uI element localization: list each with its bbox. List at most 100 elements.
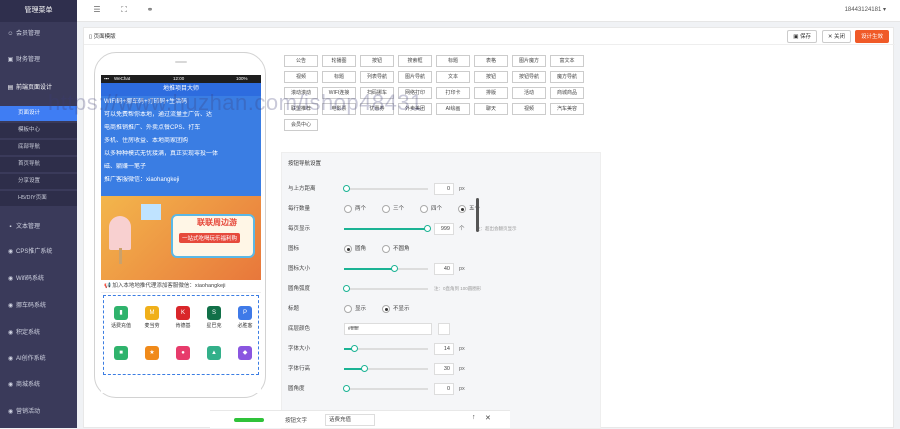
- radio-four[interactable]: [420, 205, 428, 213]
- radio-rounded[interactable]: [344, 245, 352, 253]
- close-icon[interactable]: ✕: [485, 414, 491, 422]
- slider-knob[interactable]: [343, 285, 350, 292]
- nav-grid-item[interactable]: ●: [168, 346, 198, 362]
- nav-grid-item[interactable]: S 星巴克: [199, 306, 229, 329]
- component-button[interactable]: 按钮: [360, 55, 394, 67]
- component-button[interactable]: 扫码挪车: [360, 87, 394, 99]
- component-button[interactable]: 外卖美团: [398, 103, 432, 115]
- sidebar-subitem-diy[interactable]: H5/DIY页面: [0, 191, 77, 206]
- radio-five[interactable]: [458, 205, 466, 213]
- sidebar-item-cps[interactable]: ◉ CPS推广系统: [0, 244, 77, 260]
- sidebar-item-ai[interactable]: ◉ AI创作系统: [0, 351, 77, 367]
- component-button[interactable]: 按钮: [474, 71, 508, 83]
- slider-knob[interactable]: [424, 225, 431, 232]
- nav-grid-item[interactable]: ★: [137, 346, 167, 362]
- component-button[interactable]: 标题: [436, 55, 470, 67]
- sidebar-item-marketing[interactable]: ◉ 营销活动: [0, 404, 77, 420]
- link-icon[interactable]: ⚭: [145, 5, 155, 15]
- component-button[interactable]: 富文本: [550, 55, 584, 67]
- nav-grid-item[interactable]: M 麦当劳: [137, 306, 167, 329]
- nav-grid-item[interactable]: ▲: [199, 346, 229, 362]
- slider-knob[interactable]: [361, 365, 368, 372]
- sidebar-item-page-design[interactable]: ▤ 前端页面设计: [0, 80, 77, 96]
- apply-design-button[interactable]: 设计生效: [854, 30, 889, 43]
- component-button[interactable]: 优惠券: [360, 103, 394, 115]
- component-button[interactable]: 图片导航: [398, 71, 432, 83]
- sidebar-item-text[interactable]: ▪ 文本管理: [0, 219, 77, 235]
- line-height-slider[interactable]: [344, 365, 428, 372]
- component-button[interactable]: 视频: [284, 71, 318, 83]
- component-button[interactable]: 魔方导航: [550, 71, 584, 83]
- icon-size-input[interactable]: 40: [434, 263, 454, 275]
- close-button[interactable]: ✕ 关闭: [821, 30, 851, 43]
- component-button[interactable]: 列表导航: [360, 71, 394, 83]
- component-button[interactable]: 表格: [474, 55, 508, 67]
- nav-grid-item[interactable]: ■: [106, 346, 136, 362]
- component-button[interactable]: 商城商品: [550, 87, 584, 99]
- nav-grid-item[interactable]: K 肯德基: [168, 306, 198, 329]
- radio-not-rounded[interactable]: [382, 245, 390, 253]
- slider-knob[interactable]: [391, 265, 398, 272]
- save-button[interactable]: ▣ 保存: [787, 30, 817, 43]
- radio-show[interactable]: [344, 305, 352, 313]
- sidebar-subitem-template[interactable]: 模板中心: [0, 123, 77, 138]
- component-button[interactable]: WIFI连接: [322, 87, 356, 99]
- nav-grid-item[interactable]: ◆: [230, 346, 260, 362]
- corner-radius-slider[interactable]: [343, 285, 428, 292]
- slider-knob[interactable]: [343, 385, 350, 392]
- component-button[interactable]: 排版: [474, 87, 508, 99]
- component-button[interactable]: 按钮导航: [512, 71, 546, 83]
- slider-knob[interactable]: [351, 345, 358, 352]
- banner-image[interactable]: 联联周边游 一站式吃喝玩乐福利购: [101, 196, 261, 280]
- font-size-input[interactable]: 14: [434, 343, 454, 355]
- font-size-slider[interactable]: [344, 345, 428, 352]
- fullscreen-icon[interactable]: ⛶: [119, 5, 129, 15]
- sidebar-item-car[interactable]: ◉ 挪车码系统: [0, 298, 77, 314]
- component-button[interactable]: 图片魔方: [512, 55, 546, 67]
- radio-hide[interactable]: [382, 305, 390, 313]
- component-button[interactable]: 滚动滚动: [284, 87, 318, 99]
- item-text-input[interactable]: 话费充值: [325, 414, 375, 426]
- component-button[interactable]: 汽车美容: [550, 103, 584, 115]
- user-menu[interactable]: 18443124181 ▾: [845, 6, 886, 13]
- top-distance-input[interactable]: 0: [434, 183, 454, 195]
- radio-two[interactable]: [344, 205, 352, 213]
- color-picker-swatch[interactable]: [438, 323, 450, 335]
- menu-toggle-icon[interactable]: ☰: [92, 5, 102, 15]
- component-button[interactable]: 公告: [284, 55, 318, 67]
- component-button[interactable]: 搜索框: [398, 55, 432, 67]
- sidebar-item-finance[interactable]: ▣ 财务管理: [0, 52, 77, 68]
- slider-knob[interactable]: [343, 185, 350, 192]
- border-radius-input[interactable]: 0: [434, 383, 454, 395]
- sidebar-item-wifi[interactable]: ◉ Wifi码系统: [0, 271, 77, 287]
- sidebar-subitem-page-design[interactable]: 页面设计: [0, 106, 77, 121]
- component-button[interactable]: AI绘画: [436, 103, 470, 115]
- sidebar-item-shop[interactable]: ◉ 商城系统: [0, 377, 77, 393]
- sidebar-subitem-bottom-nav[interactable]: 底部导航: [0, 140, 77, 155]
- component-button[interactable]: 活动: [512, 87, 546, 99]
- marquee-notice[interactable]: 📢 加入本地地推代理添加客服微信：xiaohangkeji: [101, 280, 261, 293]
- arrow-up-icon[interactable]: ↑: [472, 414, 476, 421]
- settings-scrollbar[interactable]: [476, 198, 479, 232]
- sidebar-subitem-home-nav[interactable]: 首页导航: [0, 157, 77, 172]
- component-button[interactable]: 标题: [322, 71, 356, 83]
- component-button[interactable]: 网络打印: [398, 87, 432, 99]
- sidebar-subitem-share[interactable]: 分享设置: [0, 174, 77, 189]
- tab-page-template[interactable]: ▯ 页面模版: [89, 32, 116, 40]
- nav-grid-item[interactable]: P 必胜客: [230, 306, 260, 329]
- component-button[interactable]: 会员中心: [284, 119, 318, 131]
- component-button[interactable]: 视频: [512, 103, 546, 115]
- top-distance-slider[interactable]: [343, 185, 428, 192]
- radio-three[interactable]: [382, 205, 390, 213]
- nav-grid-item[interactable]: ▮ 话费充值: [106, 306, 136, 329]
- component-button[interactable]: 打印卡: [436, 87, 470, 99]
- border-radius-slider[interactable]: [343, 385, 428, 392]
- component-button[interactable]: 电影票: [322, 103, 356, 115]
- icon-size-slider[interactable]: [344, 265, 428, 272]
- sidebar-item-member[interactable]: ☺ 会员管理: [0, 26, 77, 42]
- per-page-slider[interactable]: [344, 225, 431, 232]
- bg-color-input[interactable]: #ffffff: [344, 323, 432, 335]
- component-button[interactable]: 聊天: [474, 103, 508, 115]
- sidebar-item-settings[interactable]: ◉ 积定系统: [0, 325, 77, 341]
- notice-block[interactable]: WIFI码+挪车码+打印码+生活码 可以免费帮你本地，通过流量主广告、达 电商推…: [101, 96, 261, 196]
